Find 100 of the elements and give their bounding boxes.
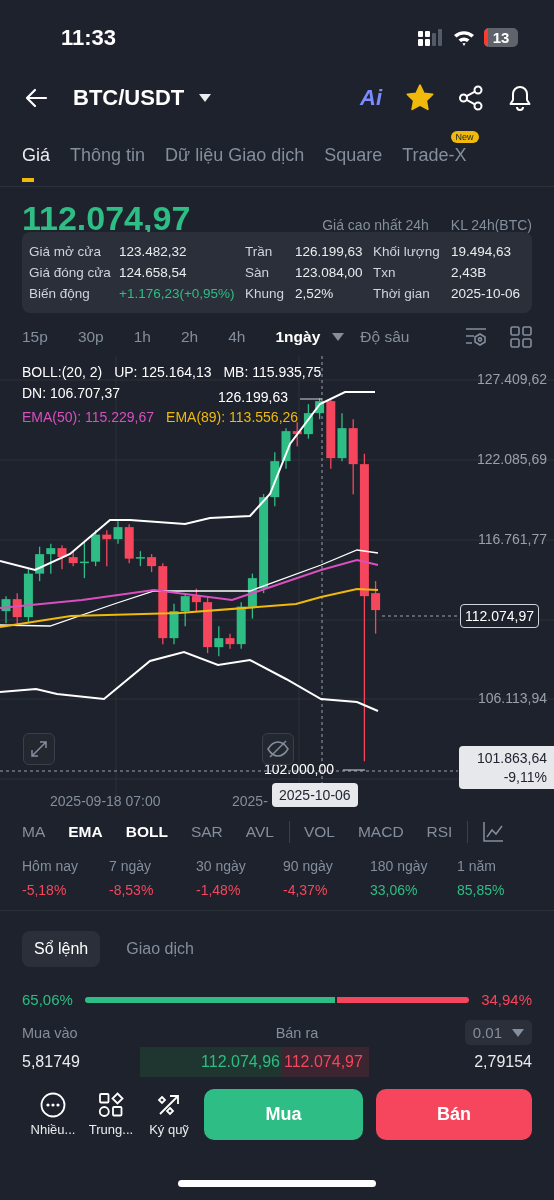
back-arrow-icon[interactable] — [24, 87, 48, 108]
indicator-legend: EMA(50): 115.229,67 — [22, 409, 155, 425]
detail-label: Giá đóng cửa — [29, 265, 112, 280]
layout-grid-icon[interactable] — [510, 326, 532, 348]
ai-assistant-button[interactable]: Ai — [360, 84, 382, 111]
line-chart-icon[interactable] — [482, 821, 505, 843]
toolbar-action[interactable]: Ký quỹ — [140, 1091, 198, 1137]
buy-ratio: 65,06% — [22, 991, 73, 1008]
toolbar-action[interactable]: Nhiều... — [24, 1091, 82, 1137]
period-change: -8,53% — [109, 882, 155, 898]
candlestick — [1, 595, 11, 624]
precision-dropdown[interactable]: 0.01 — [464, 1020, 532, 1045]
candlestick — [91, 529, 101, 567]
interval-tab[interactable]: 2h — [181, 328, 199, 346]
price-axis-label: 116.761,77 — [477, 531, 547, 547]
period-label: 1 năm — [457, 858, 497, 874]
period-label: 180 ngày — [370, 858, 429, 874]
last-price-tag: 112.074,97 — [460, 604, 540, 628]
period-change: -4,37% — [283, 882, 329, 898]
detail-label: Sàn — [245, 265, 271, 280]
bid-quantity: 5,81749 — [22, 1053, 81, 1071]
high-24h-label: Giá cao nhất 24h — [322, 217, 429, 233]
leader-line — [299, 398, 323, 400]
tab[interactable]: Thông tin — [70, 138, 146, 182]
trading-pair-title[interactable]: BTC/USDT — [73, 84, 185, 111]
leader-line — [342, 769, 366, 771]
detail-value: 2,43B — [451, 265, 488, 280]
detail-label: Thời gian — [373, 286, 431, 301]
detail-value: 124.658,54 — [119, 265, 188, 280]
detail-label: Trần — [245, 244, 274, 259]
crosshair-price: 101.863,64 — [476, 750, 547, 766]
eye-off-icon — [266, 738, 290, 760]
detail-value: 2,52% — [295, 286, 335, 301]
interval-tab[interactable]: 30p — [77, 328, 104, 346]
fullscreen-button[interactable] — [23, 733, 55, 765]
indicator-legend: MB: 115.935,75 — [223, 364, 322, 380]
crosshair-time-tag: 2025-10-06 — [272, 783, 358, 807]
indicator-tab[interactable]: VOL — [303, 823, 335, 841]
toolbar-action[interactable]: Trung... — [82, 1091, 140, 1137]
indicator-legend: EMA(89): 113.556,26 — [166, 409, 299, 425]
detail-value: 126.199,63 — [295, 244, 364, 259]
indicator-tab[interactable]: MACD — [357, 823, 404, 841]
interval-tab[interactable]: 1h — [133, 328, 151, 346]
period-label: 90 ngày — [283, 858, 334, 874]
detail-label: Txn — [373, 265, 397, 280]
sell-button[interactable]: Bán — [376, 1088, 532, 1140]
detail-value: +1.176,23(+0,95%) — [119, 286, 236, 301]
period-label: 7 ngày — [109, 858, 153, 874]
new-badge: New — [450, 130, 479, 143]
tab[interactable]: Dữ liệu Giao dịch — [165, 138, 305, 182]
expand-arrows-icon — [28, 738, 50, 760]
caret-icon — [512, 1028, 524, 1037]
star-icon[interactable] — [406, 84, 434, 111]
hide-indicators-button[interactable] — [262, 733, 294, 765]
period-change: -1,48% — [196, 882, 242, 898]
indicator-tab[interactable]: MA — [22, 823, 46, 841]
high-price-marker: 126.199,63 — [218, 389, 289, 405]
detail-value: 2025-10-06 — [451, 286, 522, 301]
candlestick — [247, 573, 257, 620]
signal-icon — [418, 28, 444, 47]
wifi-icon — [452, 28, 476, 47]
tab[interactable]: Square — [324, 138, 383, 182]
indicator-tab[interactable]: SAR — [190, 823, 223, 841]
interval-tab[interactable]: 15p — [22, 328, 48, 346]
share-icon[interactable] — [458, 84, 484, 111]
notification-bell-icon[interactable] — [508, 84, 532, 111]
order-book-tab[interactable]: Giao dịch — [114, 931, 206, 967]
last-price: 112.074,97 — [22, 199, 191, 238]
indicator-tab[interactable]: RSI — [426, 823, 453, 841]
ask-column-header: Bán ra — [275, 1024, 319, 1041]
period-change: 33,06% — [370, 882, 419, 898]
period-change: 85,85% — [457, 882, 506, 898]
time-axis-label: 2025-09-18 07:00 — [50, 793, 161, 809]
detail-value: 123.482,32 — [119, 244, 188, 259]
period-label: Hôm nay — [22, 858, 80, 874]
indicator-tab[interactable]: AVL — [245, 823, 274, 841]
interval-tab[interactable]: 1ngày — [275, 328, 321, 346]
price-axis-label: 106.113,94 — [477, 690, 547, 706]
indicator-legend: BOLL:(20, 2) — [22, 364, 103, 380]
detail-value: 123.084,00 — [295, 265, 364, 280]
ask-price: 112.074,97 — [282, 1047, 369, 1077]
detail-value: 19.494,63 — [451, 244, 513, 259]
interval-tab[interactable]: 4h — [228, 328, 246, 346]
ask-quantity: 2,79154 — [474, 1053, 532, 1071]
order-book-tab[interactable]: Sổ lệnh — [22, 931, 101, 967]
indicator-tab[interactable]: BOLL — [125, 823, 168, 841]
caret-icon[interactable] — [198, 92, 213, 103]
depth-tab[interactable]: Độ sâu — [360, 328, 410, 346]
candlestick — [303, 403, 313, 440]
indicator-tab[interactable]: EMA — [68, 823, 103, 841]
indicator-legend: DN: 106.707,37 — [22, 385, 121, 401]
detail-label: Giá mở cửa — [29, 244, 102, 259]
crosshair-change: -9,11% — [503, 769, 547, 785]
low-price-marker: 102.000,00 — [264, 761, 335, 777]
chart-settings-icon[interactable] — [464, 326, 488, 348]
battery-indicator: 13 — [484, 28, 518, 47]
period-change: -5,18% — [22, 882, 68, 898]
detail-label: Khối lượng — [373, 244, 441, 259]
period-label: 30 ngày — [196, 858, 247, 874]
tab[interactable]: Giá — [22, 138, 50, 182]
